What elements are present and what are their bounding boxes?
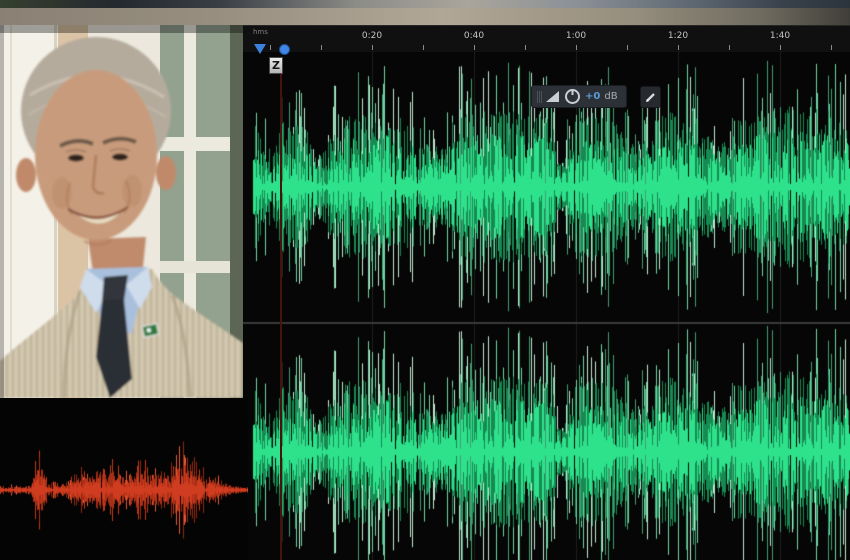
timeline-tick xyxy=(576,45,577,50)
knob-icon[interactable] xyxy=(564,88,581,105)
timeline-label: 0:20 xyxy=(362,31,382,41)
toolbar-grip-icon xyxy=(537,91,542,103)
pen-tool-button[interactable] xyxy=(640,86,661,108)
timeline-tick xyxy=(423,45,424,50)
timeline-tick xyxy=(474,45,475,50)
timeline-tick xyxy=(627,45,628,50)
loop-marker-icon[interactable] xyxy=(279,44,290,55)
gain-toolbar[interactable]: +0 dB xyxy=(531,85,627,108)
timeline-label: 1:00 xyxy=(566,31,586,41)
gain-ramp-icon[interactable] xyxy=(546,90,560,103)
timeline-tick xyxy=(780,45,781,50)
timeline-tick xyxy=(321,45,322,50)
envelope-tool-button[interactable]: Z xyxy=(269,57,283,74)
timeline-tick xyxy=(270,45,271,50)
tie xyxy=(102,275,128,301)
timeline-label: 0:40 xyxy=(464,31,484,41)
timeline-ruler[interactable]: hms 0:20 0:40 1:00 1:20 1:40 xyxy=(243,25,850,52)
timeline-tick xyxy=(525,45,526,50)
video-frame: hms 0:20 0:40 1:00 1:20 1:40 Z +0 dB xyxy=(0,0,850,560)
thumbnail-waveform-canvas xyxy=(0,398,248,560)
waveform-canvas[interactable] xyxy=(243,51,850,560)
audio-thumbnail xyxy=(0,398,248,560)
playback-start-marker-icon[interactable] xyxy=(254,44,266,54)
timeline-tick xyxy=(831,45,832,50)
pip-photo xyxy=(0,25,243,398)
portrait-illustration xyxy=(0,25,243,398)
gain-unit: dB xyxy=(604,91,617,102)
flag-pin xyxy=(142,323,159,337)
pen-icon xyxy=(645,91,657,103)
timeline-tick xyxy=(678,45,679,50)
timeline-tick xyxy=(729,45,730,50)
gain-value: +0 xyxy=(585,91,600,102)
timeline-label: 1:40 xyxy=(770,31,790,41)
timeline-tick xyxy=(372,45,373,50)
timeline-label: 1:20 xyxy=(668,31,688,41)
timeline-unit-label: hms xyxy=(253,28,268,36)
audio-editor: hms 0:20 0:40 1:00 1:20 1:40 Z +0 dB xyxy=(243,25,850,560)
playhead-line[interactable] xyxy=(280,73,282,560)
